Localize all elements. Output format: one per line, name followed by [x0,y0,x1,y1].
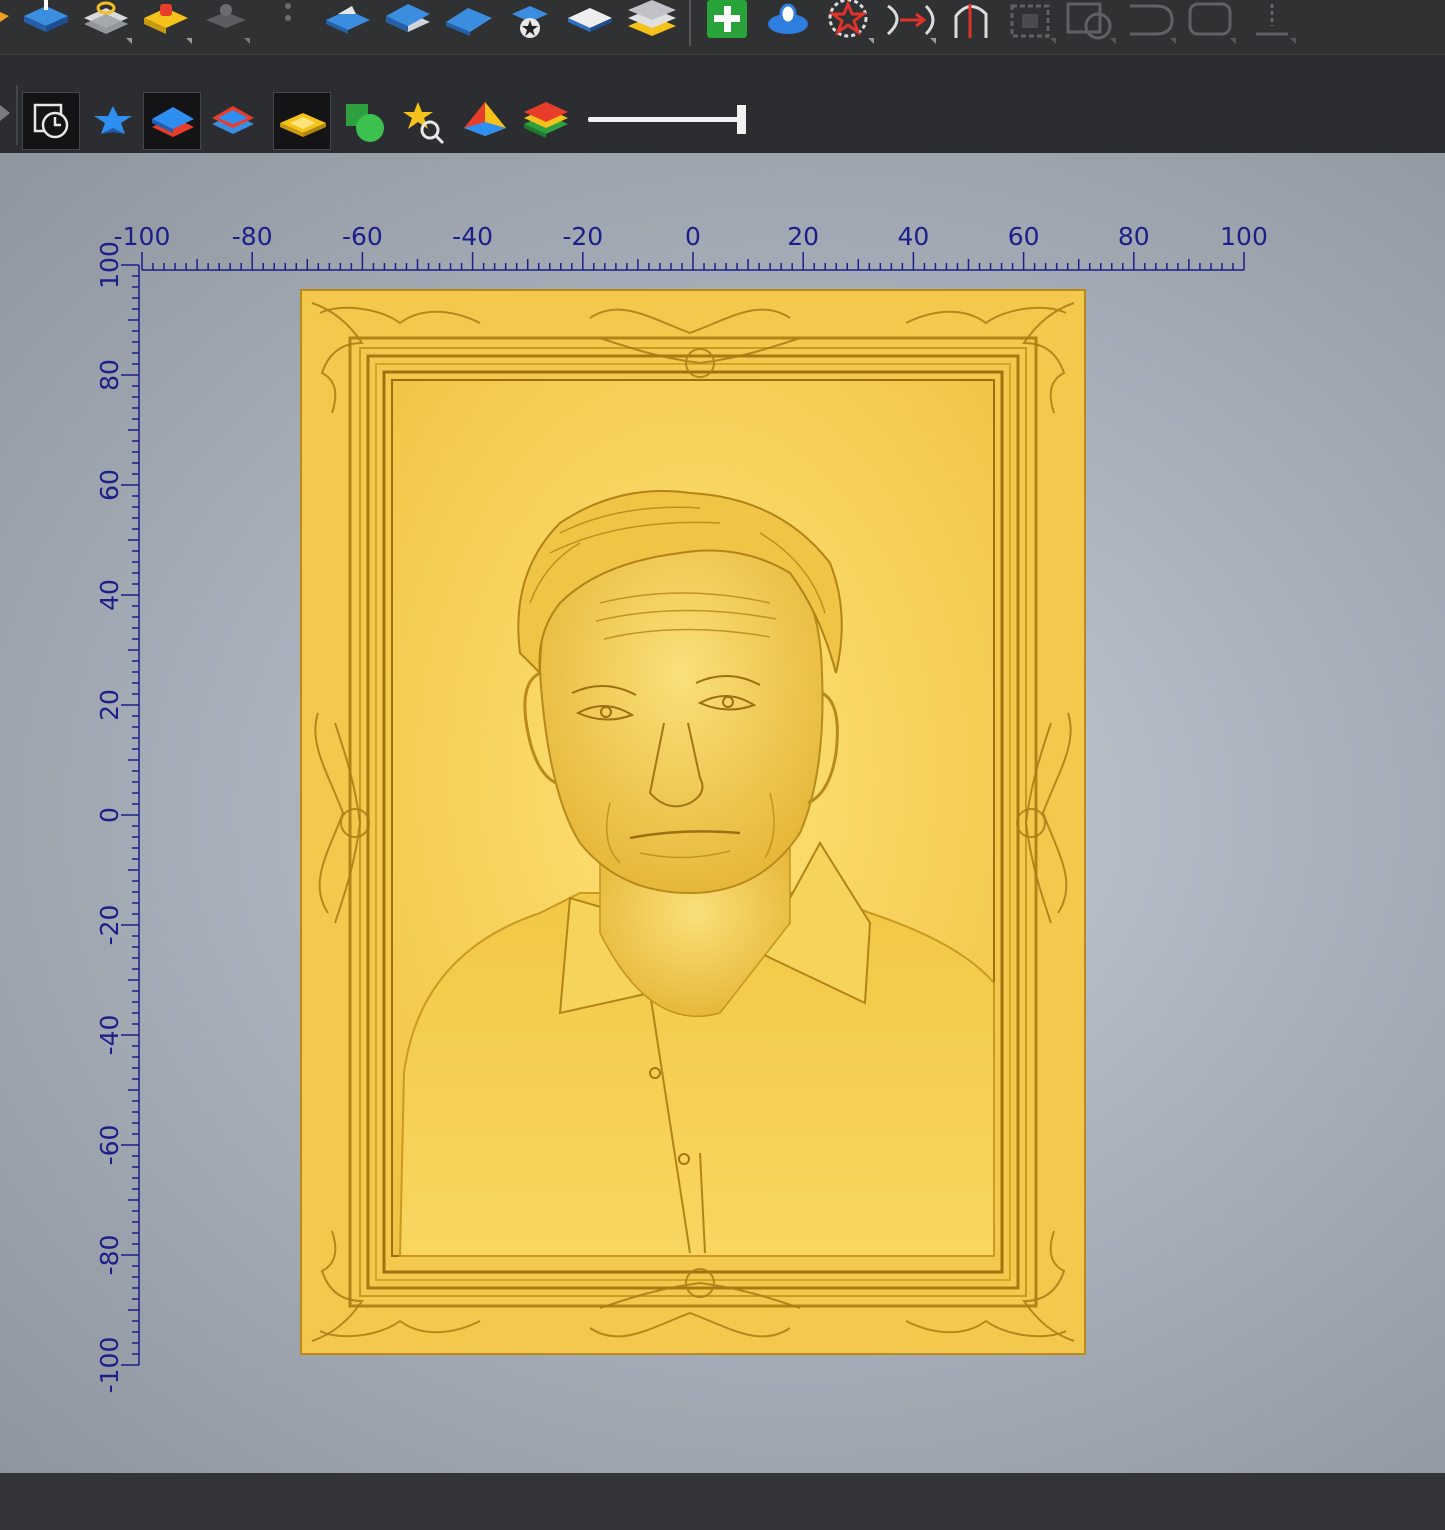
chess-pawn-icon[interactable] [206,4,250,44]
star-outline-icon[interactable] [828,0,874,44]
shapes-green-icon[interactable] [336,92,394,150]
layer-yellow-icon[interactable] [273,92,331,150]
select-box-icon[interactable] [1010,4,1056,44]
clock-square-icon[interactable] [22,92,80,150]
layer-stack-up-icon[interactable] [628,0,676,36]
slider-track[interactable] [588,117,742,122]
select-circle-icon[interactable] [1066,2,1116,44]
pyramid-icon[interactable] [456,92,514,150]
curve-icon[interactable] [1130,4,1176,44]
layer-flat-icon[interactable] [568,8,612,32]
dot-icon[interactable] [285,3,291,21]
layer-up-icon[interactable] [24,0,68,32]
scroll-left-icon[interactable] [0,105,10,121]
status-bar [0,1473,1445,1530]
star-badge-icon[interactable] [512,6,548,38]
relief-model[interactable] [0,153,1445,1473]
layers-red-icon[interactable] [204,92,262,150]
layers-multicolor-icon[interactable] [518,92,576,150]
dome-icon[interactable] [768,3,808,34]
layer-extrude-icon[interactable] [386,4,430,32]
star-search-icon[interactable] [396,92,454,150]
layer-bend-icon[interactable] [446,8,492,36]
layers-blue-red-icon[interactable] [143,92,201,150]
layer-move-icon[interactable] [326,6,370,34]
add-icon[interactable] [707,0,747,38]
slider-thumb[interactable] [737,105,746,134]
align-icon[interactable] [1256,4,1296,44]
rect-icon[interactable] [1188,2,1236,44]
tool-edge-icon[interactable] [0,12,9,22]
star-flat-icon[interactable] [84,92,142,150]
layer-stack-icon[interactable] [84,1,132,44]
main-toolbar [0,0,1445,54]
half-arch-icon[interactable] [954,4,988,38]
bump-icon[interactable] [144,4,192,44]
path-arrow-icon[interactable] [886,4,936,44]
3d-viewport[interactable]: -100 -80 -60 -40 -20 0 20 40 60 80 100 100 80 60 40 20… [0,153,1445,1473]
